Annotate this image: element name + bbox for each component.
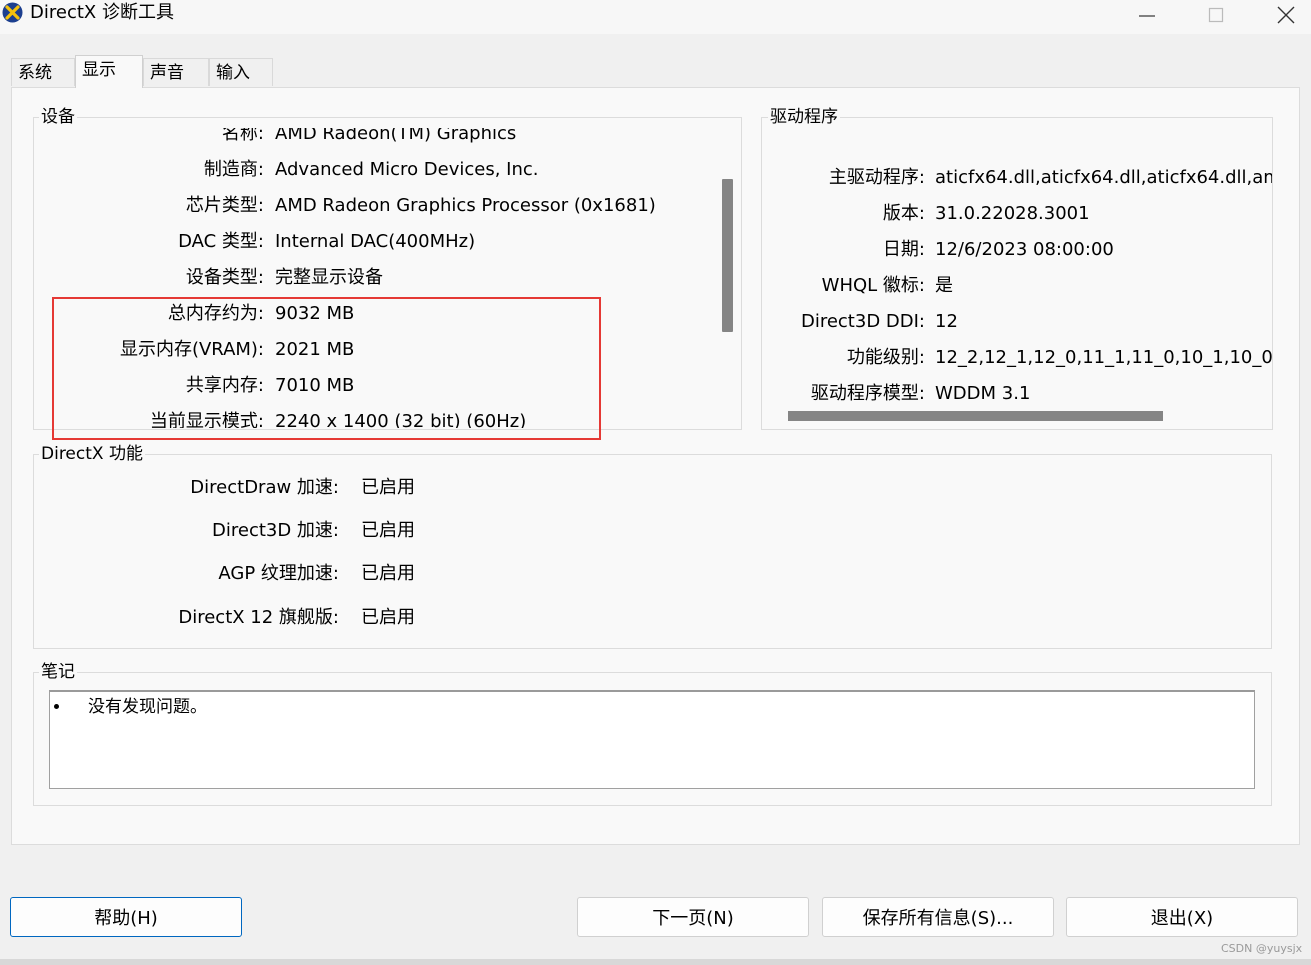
d3d-ddi-label: Direct3D DDI: bbox=[800, 311, 925, 332]
directx-features-title: DirectX 功能 bbox=[39, 444, 145, 464]
agp-texture-accel-label: AGP 纹理加速: bbox=[218, 563, 339, 584]
tab-sound[interactable]: 声音 bbox=[143, 58, 209, 86]
window-title: DirectX 诊断工具 bbox=[30, 2, 174, 23]
minimize-button[interactable] bbox=[1117, 0, 1177, 30]
maximize-button[interactable] bbox=[1186, 0, 1246, 30]
driver-scrollbar-thumb[interactable] bbox=[788, 411, 1163, 421]
watermark: CSDN @yuysjx bbox=[1221, 942, 1303, 955]
dx12-ultimate-label: DirectX 12 旗舰版: bbox=[178, 607, 339, 628]
save-all-info-button[interactable]: 保存所有信息(S)... bbox=[822, 897, 1054, 937]
maximize-icon bbox=[1208, 7, 1224, 23]
exit-button[interactable]: 退出(X) bbox=[1066, 897, 1298, 937]
device-scrollbar-thumb[interactable] bbox=[722, 179, 733, 332]
memory-highlight-box bbox=[52, 297, 601, 440]
whql-label: WHQL 徽标: bbox=[821, 275, 925, 296]
manufacturer-label: 制造商: bbox=[203, 159, 264, 180]
main-driver-value: aticfx64.dll,aticfx64.dll,aticfx64.dll,a… bbox=[935, 167, 1272, 188]
bottom-edge bbox=[0, 959, 1311, 965]
device-name-value: AMD Radeon(TM) Graphics bbox=[275, 128, 517, 144]
notes-textbox[interactable]: 没有发现问题。 bbox=[49, 690, 1255, 789]
d3d-ddi-value: 12 bbox=[935, 311, 958, 332]
driver-group-title: 驱动程序 bbox=[768, 107, 840, 127]
driver-model-label: 驱动程序模型: bbox=[810, 383, 925, 404]
bullet-icon bbox=[54, 704, 59, 709]
next-page-button[interactable]: 下一页(N) bbox=[577, 897, 809, 937]
feature-levels-value: 12_2,12_1,12_0,11_1,11_0,10_1,10_0,9_3 bbox=[935, 347, 1272, 368]
device-type-value: 完整显示设备 bbox=[275, 267, 383, 288]
device-type-label: 设备类型: bbox=[185, 267, 264, 288]
driver-date-value: 12/6/2023 08:00:00 bbox=[935, 239, 1114, 260]
main-driver-label: 主驱动程序: bbox=[828, 167, 925, 188]
manufacturer-value: Advanced Micro Devices, Inc. bbox=[275, 159, 539, 180]
help-button[interactable]: 帮助(H) bbox=[10, 897, 242, 937]
tab-display[interactable]: 显示 bbox=[75, 55, 143, 88]
chip-type-label: 芯片类型: bbox=[185, 195, 264, 216]
driver-date-label: 日期: bbox=[882, 239, 925, 260]
directdraw-accel-value: 已启用 bbox=[361, 477, 415, 498]
notes-title: 笔记 bbox=[39, 662, 77, 682]
driver-version-label: 版本: bbox=[882, 203, 925, 224]
dac-type-label: DAC 类型: bbox=[178, 231, 264, 252]
close-icon bbox=[1277, 6, 1295, 24]
dac-type-value: Internal DAC(400MHz) bbox=[275, 231, 476, 252]
dx12-ultimate-value: 已启用 bbox=[361, 607, 415, 628]
device-name-label: 名称: bbox=[221, 128, 264, 144]
driver-version-value: 31.0.22028.3001 bbox=[935, 203, 1090, 224]
title-bar bbox=[0, 0, 1311, 34]
close-button[interactable] bbox=[1256, 0, 1311, 30]
driver-model-value: WDDM 3.1 bbox=[935, 383, 1031, 404]
note-item: 没有发现问题。 bbox=[88, 697, 207, 717]
direct3d-accel-value: 已启用 bbox=[361, 520, 415, 541]
agp-texture-accel-value: 已启用 bbox=[361, 563, 415, 584]
chip-type-value: AMD Radeon Graphics Processor (0x1681) bbox=[275, 195, 656, 216]
direct3d-accel-label: Direct3D 加速: bbox=[212, 520, 339, 541]
tab-system[interactable]: 系统 bbox=[11, 58, 75, 86]
feature-levels-label: 功能级别: bbox=[846, 347, 925, 368]
minimize-icon bbox=[1139, 15, 1155, 17]
directdraw-accel-label: DirectDraw 加速: bbox=[190, 477, 339, 498]
directx-x-icon bbox=[2, 2, 23, 23]
device-scrollbar[interactable] bbox=[716, 128, 738, 428]
device-group-title: 设备 bbox=[39, 107, 77, 127]
driver-scrollbar[interactable] bbox=[762, 406, 1272, 428]
driver-scroll-area: 主驱动程序: aticfx64.dll,aticfx64.dll,aticfx6… bbox=[762, 128, 1272, 406]
whql-value: 是 bbox=[935, 275, 953, 296]
tab-input[interactable]: 输入 bbox=[209, 58, 273, 86]
